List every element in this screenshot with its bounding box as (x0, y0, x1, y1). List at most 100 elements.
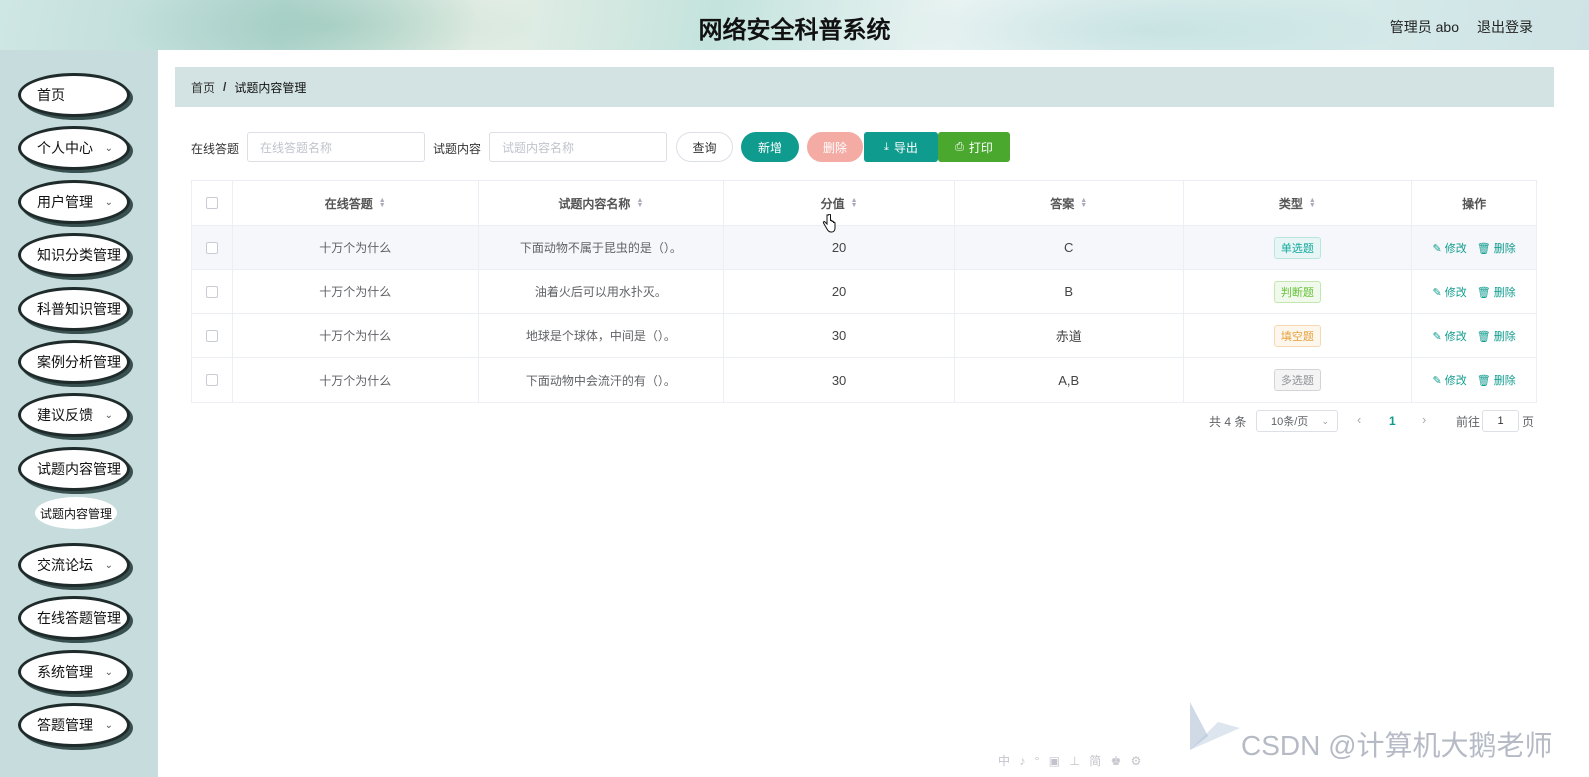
row-checkbox[interactable] (205, 241, 218, 254)
quiz-search-input[interactable]: 在线答题名称 (247, 132, 425, 162)
breadcrumb-separator: / (223, 80, 227, 94)
add-button[interactable]: 新增 (741, 132, 799, 162)
cell-quiz: 十万个为什么 (233, 358, 479, 402)
cell-answer: A,B (955, 358, 1184, 402)
breadcrumb-home[interactable]: 首页 (191, 79, 215, 96)
cell-content: 下面动物中会流汗的有（）。 (479, 358, 725, 402)
table-row: 十万个为什么 下面动物中会流汗的有（）。 30 A,B 多选题 ✎ 修改 🗑 删除 (192, 358, 1536, 402)
column-header-score[interactable]: 分值 ▲ ▼ (724, 181, 955, 225)
type-badge: 单选题 (1273, 236, 1321, 259)
cell-type: 多选题 (1184, 358, 1413, 402)
sidebar-item-knowledge-category[interactable]: 知识分类管理 (18, 233, 130, 277)
column-header-label: 操作 (1462, 196, 1487, 211)
sidebar-item-online-quiz[interactable]: 在线答题管理 (18, 596, 130, 640)
row-checkbox[interactable] (205, 374, 218, 386)
breadcrumb: 首页 / 试题内容管理 (175, 67, 1554, 107)
cell-quiz: 十万个为什么 (233, 226, 479, 269)
sidebar-item-home[interactable]: 首页 (18, 73, 130, 117)
print-button[interactable]: ⎙ 打印 (938, 132, 1010, 162)
cell-answer: 赤道 (955, 314, 1184, 357)
sidebar-item-label: 在线答题管理 (37, 610, 121, 626)
sidebar-item-feedback[interactable]: 建议反馈 ⌄ (18, 393, 130, 437)
content-search-input[interactable]: 试题内容名称 (489, 132, 667, 162)
row-checkbox[interactable] (205, 329, 218, 342)
edit-icon: ✎ (1432, 330, 1442, 343)
table-row: 十万个为什么 下面动物不属于昆虫的是（）。 20 C 单选题 ✎ 修改 🗑 删除 (192, 226, 1536, 270)
cell-actions: ✎ 修改 🗑 删除 (1412, 358, 1536, 402)
select-all-cell (192, 181, 233, 225)
column-header-type[interactable]: 类型 ▲ ▼ (1184, 181, 1413, 225)
cell-actions: ✎ 修改 🗑 删除 (1412, 270, 1536, 313)
delete-button[interactable]: 🗑 删除 (1477, 240, 1516, 256)
edit-icon: ✎ (1432, 286, 1442, 299)
batch-delete-button[interactable]: 删除 (807, 132, 863, 162)
chevron-down-icon: ⌄ (104, 560, 113, 571)
logout-link[interactable]: 退出登录 (1477, 17, 1533, 37)
sort-icon[interactable]: ▲ ▼ (1080, 197, 1087, 209)
edit-button[interactable]: ✎ 修改 (1432, 372, 1466, 388)
content-search-label: 试题内容 (433, 142, 482, 156)
table-row: 十万个为什么 油着火后可以用水扑灭。 20 B 判断题 ✎ 修改 🗑 删除 (192, 270, 1536, 314)
goto-page-input[interactable]: 1 (1482, 410, 1519, 432)
chevron-down-icon: ⌄ (104, 143, 113, 154)
sidebar-item-answer-management[interactable]: 答题管理 ⌄ (18, 703, 130, 747)
header-bar: 网络安全科普系统 管理员 abo 退出登录 (0, 0, 1589, 50)
sidebar-item-system[interactable]: 系统管理 ⌄ (18, 650, 130, 694)
page-unit-label: 页 (1522, 414, 1535, 429)
row-select-cell (192, 226, 233, 269)
sidebar-item-label: 用户管理 (37, 194, 93, 210)
select-all-checkbox[interactable] (205, 197, 218, 209)
edit-button[interactable]: ✎ 修改 (1432, 240, 1466, 256)
sidebar-item-science-knowledge[interactable]: 科普知识管理 (18, 287, 130, 331)
edit-label: 修改 (1444, 286, 1467, 299)
edit-button[interactable]: ✎ 修改 (1432, 284, 1466, 300)
sidebar-item-forum[interactable]: 交流论坛 ⌄ (18, 543, 130, 587)
trash-icon: 🗑 (1476, 286, 1491, 299)
goto-label: 前往 (1456, 414, 1481, 429)
query-button[interactable]: 查询 (676, 132, 733, 162)
edit-label: 修改 (1444, 375, 1467, 387)
breadcrumb-current: 试题内容管理 (234, 80, 307, 95)
column-header-answer[interactable]: 答案 ▲ ▼ (955, 181, 1184, 225)
download-icon: ⤓ (884, 140, 889, 153)
cell-type: 单选题 (1184, 226, 1413, 269)
delete-button[interactable]: 🗑 删除 (1477, 284, 1516, 300)
column-header-quiz[interactable]: 在线答题 ▲ ▼ (233, 181, 479, 225)
sidebar-item-label: 交流论坛 (37, 557, 93, 573)
page-size-value: 10条/页 (1271, 416, 1309, 428)
page-size-select[interactable]: 10条/页 ⌄ (1256, 410, 1338, 432)
sidebar-item-user-management[interactable]: 用户管理 ⌄ (18, 180, 130, 224)
type-badge: 判断题 (1273, 280, 1321, 303)
sort-icon[interactable]: ▲ ▼ (379, 197, 386, 209)
row-select-cell (192, 314, 233, 357)
column-header-content[interactable]: 试题内容名称 ▲ ▼ (479, 181, 725, 225)
sidebar-item-question-content[interactable]: 试题内容管理 (18, 447, 130, 491)
sort-icon[interactable]: ▲ ▼ (1309, 197, 1316, 209)
sidebar-subitem-question-content[interactable]: 试题内容管理 (35, 497, 117, 529)
delete-button[interactable]: 🗑 删除 (1477, 328, 1516, 344)
page-number-current[interactable]: 1 (1389, 414, 1396, 428)
trash-icon: 🗑 (1476, 375, 1491, 387)
row-checkbox[interactable] (205, 285, 218, 298)
sort-icon[interactable]: ▲ ▼ (851, 197, 858, 209)
row-select-cell (192, 358, 233, 402)
sidebar-item-case-analysis[interactable]: 案例分析管理 (18, 340, 130, 384)
trash-icon: 🗑 (1476, 242, 1491, 255)
next-page-icon[interactable]: › (1422, 412, 1426, 427)
edit-label: 修改 (1444, 330, 1467, 343)
sidebar-item-personal-center[interactable]: 个人中心 ⌄ (18, 126, 130, 170)
cell-score: 20 (724, 270, 955, 313)
chevron-down-icon: ⌄ (104, 410, 113, 421)
type-badge: 多选题 (1273, 369, 1321, 391)
cell-answer: B (955, 270, 1184, 313)
edit-button[interactable]: ✎ 修改 (1432, 328, 1466, 344)
cell-score: 30 (724, 314, 955, 357)
export-button[interactable]: ⤓ 导出 (864, 132, 938, 162)
sidebar-item-label: 科普知识管理 (37, 301, 121, 317)
cell-quiz: 十万个为什么 (233, 270, 479, 313)
type-badge: 填空题 (1273, 324, 1321, 347)
prev-page-icon[interactable]: ‹ (1357, 412, 1361, 427)
delete-button[interactable]: 🗑 删除 (1477, 372, 1516, 388)
delete-label: 删除 (1493, 330, 1516, 343)
sort-icon[interactable]: ▲ ▼ (636, 197, 643, 209)
